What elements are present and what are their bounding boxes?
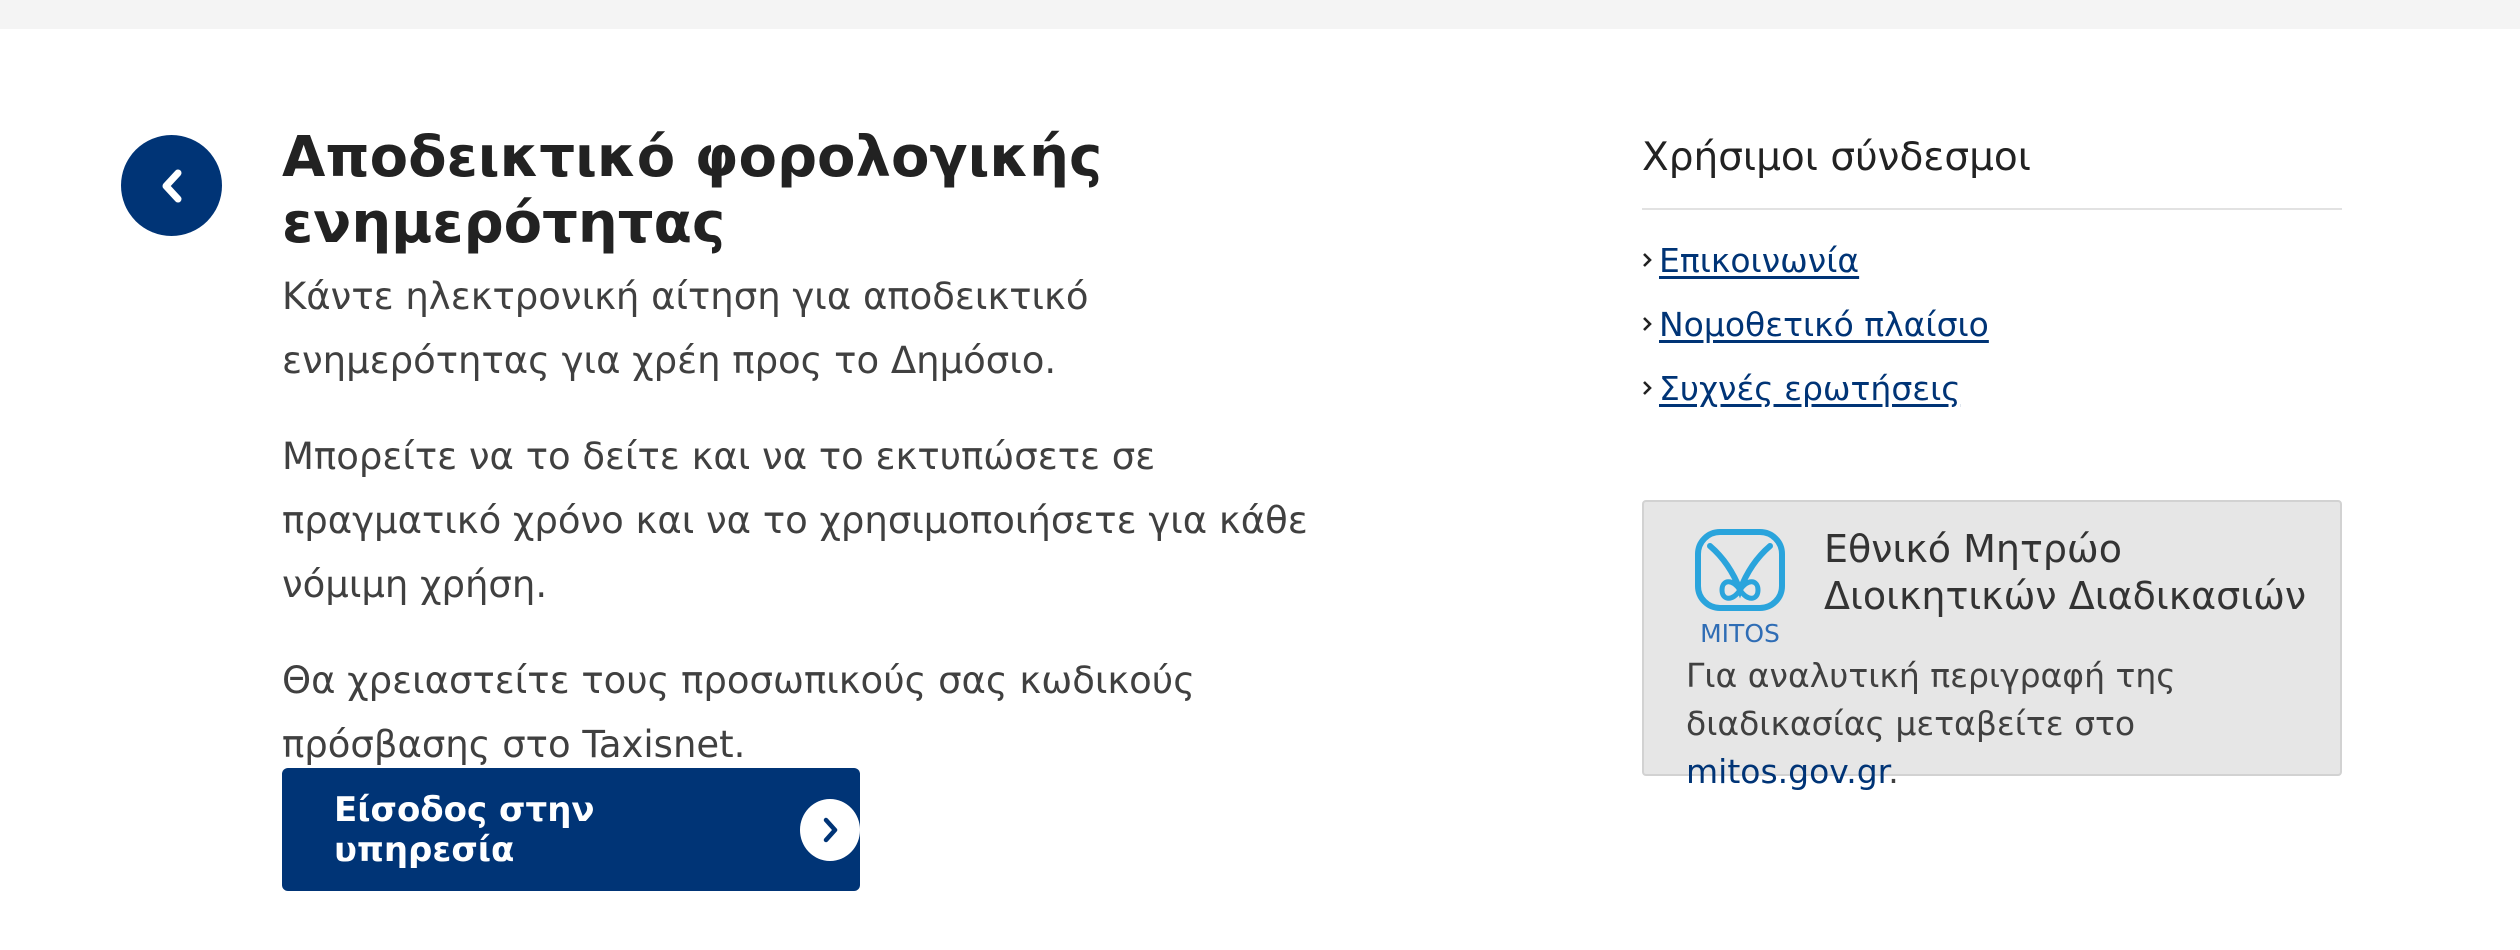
mitos-logo: MITOS	[1695, 529, 1785, 648]
main-content: Αποδεικτικό φορολογικής ενημερότητας Κάν…	[282, 125, 1362, 777]
chevron-right-icon	[1642, 380, 1656, 396]
chevron-right-circle-icon	[800, 798, 860, 861]
mitos-description-text: Για αναλυτική περιγραφή της διαδικασίας …	[1686, 656, 2176, 743]
link-item-legal-framework: Νομοθετικό πλαίσιο	[1642, 292, 2342, 356]
chevron-right-icon	[1642, 252, 1656, 268]
mitos-description-end: .	[1888, 752, 1899, 791]
faq-link[interactable]: Συχνές ερωτήσεις	[1659, 369, 1961, 408]
mitos-card: MITOS Εθνικό Μητρώο Διοικητικών Διαδικασ…	[1642, 500, 2342, 791]
legal-framework-link[interactable]: Νομοθετικό πλαίσιο	[1659, 305, 1989, 344]
useful-links-list: Επικοινωνία Νομοθετικό πλαίσιο Συχνές ερ…	[1642, 228, 2342, 420]
chevron-right-icon	[1642, 316, 1656, 332]
useful-links-heading: Χρήσιμοι σύνδεσμοι	[1642, 135, 2031, 180]
useful-links-section: Χρήσιμοι σύνδεσμοι Επικοινωνία Νομοθετικ…	[1642, 128, 2342, 420]
link-item-faq: Συχνές ερωτήσεις	[1642, 356, 2342, 420]
credentials-paragraph: Θα χρειαστείτε τους προσωπικούς σας κωδι…	[282, 659, 1195, 766]
mitos-logo-text: MITOS	[1700, 619, 1780, 648]
mitos-title: Εθνικό Μητρώο Διοικητικών Διαδικασιών	[1824, 527, 2307, 618]
intro-paragraph: Κάντε ηλεκτρονική αίτηση για αποδεικτικό…	[282, 275, 1089, 382]
print-info-paragraph: Μπορείτε να το δείτε και να το εκτυπώσετ…	[282, 435, 1308, 606]
chevron-left-icon	[162, 169, 181, 202]
mitos-link[interactable]: mitos.gov.gr	[1686, 752, 1888, 791]
link-item-contact: Επικοινωνία	[1642, 228, 2342, 292]
contact-link[interactable]: Επικοινωνία	[1659, 241, 1859, 280]
mitos-description: Για αναλυτική περιγραφή της διαδικασίας …	[1686, 652, 2326, 796]
page-title: Αποδεικτικό φορολογικής ενημερότητας	[282, 125, 1103, 256]
enter-service-label: Είσοδος στην υπηρεσία	[334, 789, 595, 870]
enter-service-button[interactable]: Είσοδος στην υπηρεσία	[282, 768, 860, 891]
back-button[interactable]	[121, 135, 222, 236]
divider	[1642, 208, 2342, 210]
top-navigation-strip	[0, 0, 2520, 29]
